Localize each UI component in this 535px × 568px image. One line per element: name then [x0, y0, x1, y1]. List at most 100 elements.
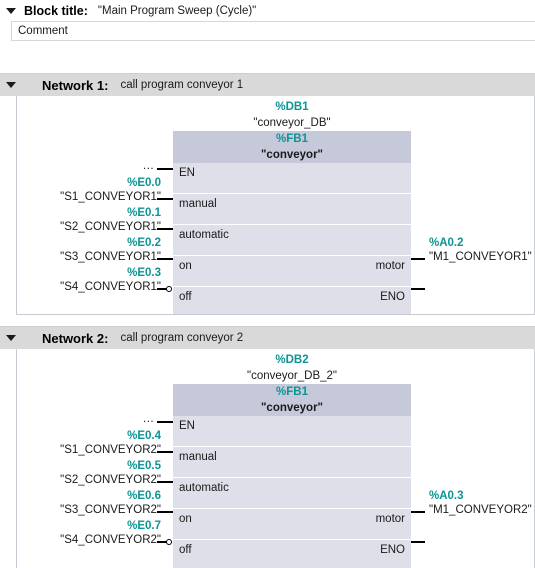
block-title-row: Block title: "Main Program Sweep (Cycle)…: [0, 0, 535, 21]
network-1-pin-row-on: on motor: [173, 255, 411, 286]
network-2-operand-automatic[interactable]: %E0.5 "S2_CONVEYOR2": [17, 460, 161, 487]
network-1-pin-on[interactable]: on: [179, 260, 192, 272]
network-2-address-on: %E0.6: [127, 490, 161, 502]
network-2-wire-en: [157, 421, 173, 423]
network-1-pin-manual[interactable]: manual: [179, 198, 217, 210]
network-2-operand-on[interactable]: %E0.6 "S3_CONVEYOR2": [17, 490, 161, 517]
network-2-pin-automatic[interactable]: automatic: [179, 482, 229, 494]
network-1-symbol-off: "S4_CONVEYOR1": [60, 281, 161, 293]
network-1-en-marker: ...: [143, 160, 155, 172]
block-title-label: Block title:: [24, 3, 88, 18]
network-2-fb-call-block[interactable]: %DB2 "conveyor_DB_2" %FB1 "conveyor" EN …: [173, 353, 411, 568]
network-1-pin-automatic[interactable]: automatic: [179, 229, 229, 241]
network-1-name: Network 1:: [42, 77, 109, 93]
network-1-symbol-automatic: "S2_CONVEYOR1": [60, 221, 161, 233]
network-1-pin-off[interactable]: off: [179, 291, 192, 303]
network-1-wire-en: [157, 168, 173, 170]
network-2-pin-on[interactable]: on: [179, 513, 192, 525]
network-1-db-number: %DB1: [275, 101, 309, 113]
network-2-wire-on: [157, 511, 173, 513]
network-2-operand-manual[interactable]: %E0.4 "S1_CONVEYOR2": [17, 430, 161, 457]
network-2-fb-name: "conveyor": [260, 402, 324, 414]
network-2-pin-row-manual: manual: [173, 446, 411, 477]
network-2-en-marker: ...: [143, 413, 155, 425]
network-2-operand-motor[interactable]: %A0.3 "M1_CONVEYOR2": [429, 490, 532, 517]
network-1-operand-on[interactable]: %E0.2 "S3_CONVEYOR1": [17, 237, 161, 264]
network-2-address-motor: %A0.3: [429, 490, 464, 502]
spacer: [0, 62, 535, 73]
spacer: [0, 315, 535, 326]
network-1-description[interactable]: call program conveyor 1: [120, 79, 243, 91]
network-2-pin-row-automatic: automatic: [173, 477, 411, 508]
network-header-2: Network 2: call program conveyor 2: [0, 326, 535, 349]
network-1-db-name[interactable]: "conveyor_DB": [173, 115, 411, 131]
network-1-pin-eno[interactable]: ENO: [380, 291, 405, 303]
network-1-collapse-triangle-down-icon[interactable]: [6, 82, 16, 88]
network-2-wire-manual: [157, 451, 173, 453]
network-1-address-motor: %A0.2: [429, 237, 464, 249]
network-1-address-on: %E0.2: [127, 237, 161, 249]
network-2-operand-off[interactable]: %E0.7 "S4_CONVEYOR2": [17, 520, 161, 547]
network-2-body: %DB2 "conveyor_DB_2" %FB1 "conveyor" EN …: [16, 349, 535, 568]
network-2-pin-row-on: on motor: [173, 508, 411, 539]
network-1-body: %DB1 "conveyor_DB" %FB1 "conveyor" EN ma…: [16, 96, 535, 315]
network-1-pin-en[interactable]: EN: [179, 167, 195, 179]
network-1-pin-row-off: off ENO: [173, 286, 411, 314]
network-1-operand-automatic[interactable]: %E0.1 "S2_CONVEYOR1": [17, 207, 161, 234]
network-1-pin-row-automatic: automatic: [173, 224, 411, 255]
network-2-description[interactable]: call program conveyor 2: [120, 332, 243, 344]
network-1-pin-row-en: EN: [173, 163, 411, 193]
network-2-address-off: %E0.7: [127, 520, 161, 532]
network-2-pin-off[interactable]: off: [179, 544, 192, 556]
network-1-address-automatic: %E0.1: [127, 207, 161, 219]
network-1-address-off: %E0.3: [127, 267, 161, 279]
network-1-wire-manual: [157, 198, 173, 200]
network-2-symbol-motor: "M1_CONVEYOR2": [429, 504, 532, 516]
network-2-symbol-on: "S3_CONVEYOR2": [60, 504, 161, 516]
network-2-fb-body: EN manual automatic on motor off ENO: [173, 416, 411, 568]
block-title-value[interactable]: "Main Program Sweep (Cycle)": [98, 5, 256, 17]
network-1-wire-on: [157, 258, 173, 260]
network-2-pin-row-off: off ENO: [173, 539, 411, 568]
network-1-wire-motor: [411, 258, 425, 260]
network-2-fb-number: %FB1: [276, 386, 308, 398]
network-2-name: Network 2:: [42, 330, 109, 346]
network-1-fb-call-block[interactable]: %DB1 "conveyor_DB" %FB1 "conveyor" EN ma…: [173, 100, 411, 314]
network-1-fb-header: %FB1 "conveyor": [173, 131, 411, 163]
network-2-pin-eno[interactable]: ENO: [380, 544, 405, 556]
network-1-operand-motor[interactable]: %A0.2 "M1_CONVEYOR1": [429, 237, 532, 264]
network-1-address-manual: %E0.0: [127, 177, 161, 189]
network-2-pin-manual[interactable]: manual: [179, 451, 217, 463]
network-2-db-name[interactable]: "conveyor_DB_2": [173, 368, 411, 384]
block-collapse-triangle-down-icon[interactable]: [6, 7, 16, 14]
network-2-db-number: %DB2: [275, 354, 309, 366]
network-1-symbol-manual: "S1_CONVEYOR1": [60, 191, 161, 203]
network-1-fb-name: "conveyor": [260, 149, 324, 161]
network-header-1: Network 1: call program conveyor 1: [0, 73, 535, 96]
network-1-operand-off[interactable]: %E0.3 "S4_CONVEYOR1": [17, 267, 161, 294]
network-2-pin-motor[interactable]: motor: [376, 513, 405, 525]
network-2-pin-row-en: EN: [173, 416, 411, 446]
network-1-pin-row-manual: manual: [173, 193, 411, 224]
network-1-negation-bubble-off-icon: [166, 286, 172, 292]
network-2-symbol-manual: "S1_CONVEYOR2": [60, 444, 161, 456]
network-2-wire-automatic: [157, 481, 173, 483]
network-2-wire-eno: [411, 541, 425, 543]
network-2-collapse-triangle-down-icon[interactable]: [6, 335, 16, 341]
network-2-fb-header: %FB1 "conveyor": [173, 384, 411, 416]
network-1-symbol-on: "S3_CONVEYOR1": [60, 251, 161, 263]
network-2-symbol-off: "S4_CONVEYOR2": [60, 534, 161, 546]
block-comment-input[interactable]: Comment: [11, 21, 535, 41]
network-1-fb-number: %FB1: [276, 133, 308, 145]
network-1-pin-motor[interactable]: motor: [376, 260, 405, 272]
network-1-fb-body: EN manual automatic on motor off ENO: [173, 163, 411, 314]
block-comment-text: Comment: [18, 25, 68, 37]
network-2-pin-en[interactable]: EN: [179, 420, 195, 432]
network-2-wire-motor: [411, 511, 425, 513]
network-1-wire-automatic: [157, 228, 173, 230]
network-2-negation-bubble-off-icon: [166, 539, 172, 545]
network-1-wire-eno: [411, 288, 425, 290]
network-2-address-manual: %E0.4: [127, 430, 161, 442]
network-2-symbol-automatic: "S2_CONVEYOR2": [60, 474, 161, 486]
network-1-operand-manual[interactable]: %E0.0 "S1_CONVEYOR1": [17, 177, 161, 204]
